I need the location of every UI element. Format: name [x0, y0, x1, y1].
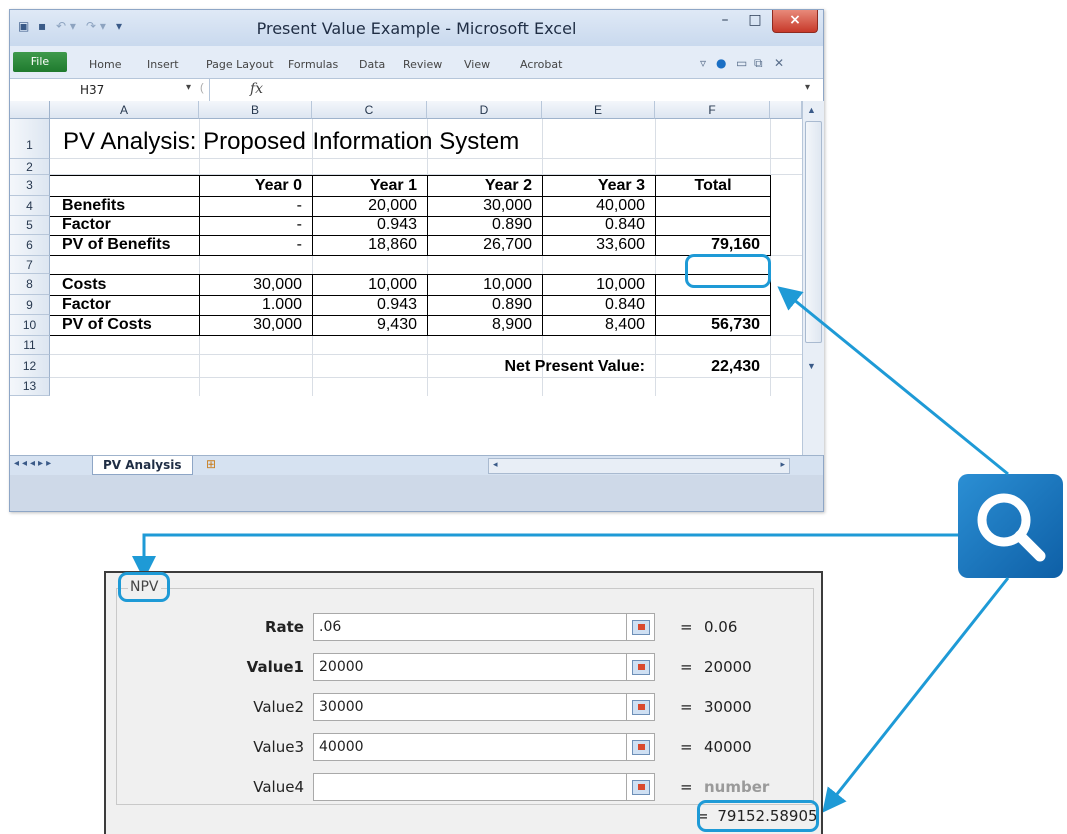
arrow-to-npv-label: [132, 533, 958, 580]
equals-sign: =: [680, 738, 693, 756]
arg-result-value2: 30000: [704, 698, 752, 716]
value1-input[interactable]: 20000: [313, 653, 627, 681]
range-select-icon: [632, 660, 650, 675]
equals-sign: =: [680, 778, 693, 796]
collapse-dialog-button-value4[interactable]: [627, 773, 655, 801]
equals-sign: =: [680, 698, 693, 716]
range-select-icon: [632, 740, 650, 755]
collapse-dialog-button-value1[interactable]: [627, 653, 655, 681]
arg-label-rate: Rate: [264, 618, 304, 636]
arrow-to-total-pv-benefits: [777, 286, 1009, 476]
range-select-icon: [632, 700, 650, 715]
range-select-icon: [632, 780, 650, 795]
arg-label-value1: Value1: [246, 658, 304, 676]
highlight-npv-result: [697, 800, 819, 832]
range-select-icon: [632, 620, 650, 635]
equals-sign: =: [680, 658, 693, 676]
value2-input[interactable]: 30000: [313, 693, 627, 721]
arg-label-value2: Value2: [253, 698, 304, 716]
arg-label-value3: Value3: [253, 738, 304, 756]
collapse-dialog-button-value2[interactable]: [627, 693, 655, 721]
function-arguments-dialog: NPV Rate .06 = 0.06 Value1 20000 = 20000…: [104, 571, 823, 834]
arrow-to-npv-result: [822, 577, 1010, 813]
arg-result-rate: 0.06: [704, 618, 738, 636]
value3-input[interactable]: 40000: [313, 733, 627, 761]
highlight-npv-label: [118, 572, 170, 602]
equals-sign: =: [680, 618, 693, 636]
arg-label-value4: Value4: [253, 778, 304, 796]
value4-input[interactable]: [313, 773, 627, 801]
collapse-dialog-button-rate[interactable]: [627, 613, 655, 641]
arg-result-value4: number: [704, 778, 770, 796]
collapse-dialog-button-value3[interactable]: [627, 733, 655, 761]
rate-input[interactable]: .06: [313, 613, 627, 641]
arg-result-value3: 40000: [704, 738, 752, 756]
arg-result-value1: 20000: [704, 658, 752, 676]
